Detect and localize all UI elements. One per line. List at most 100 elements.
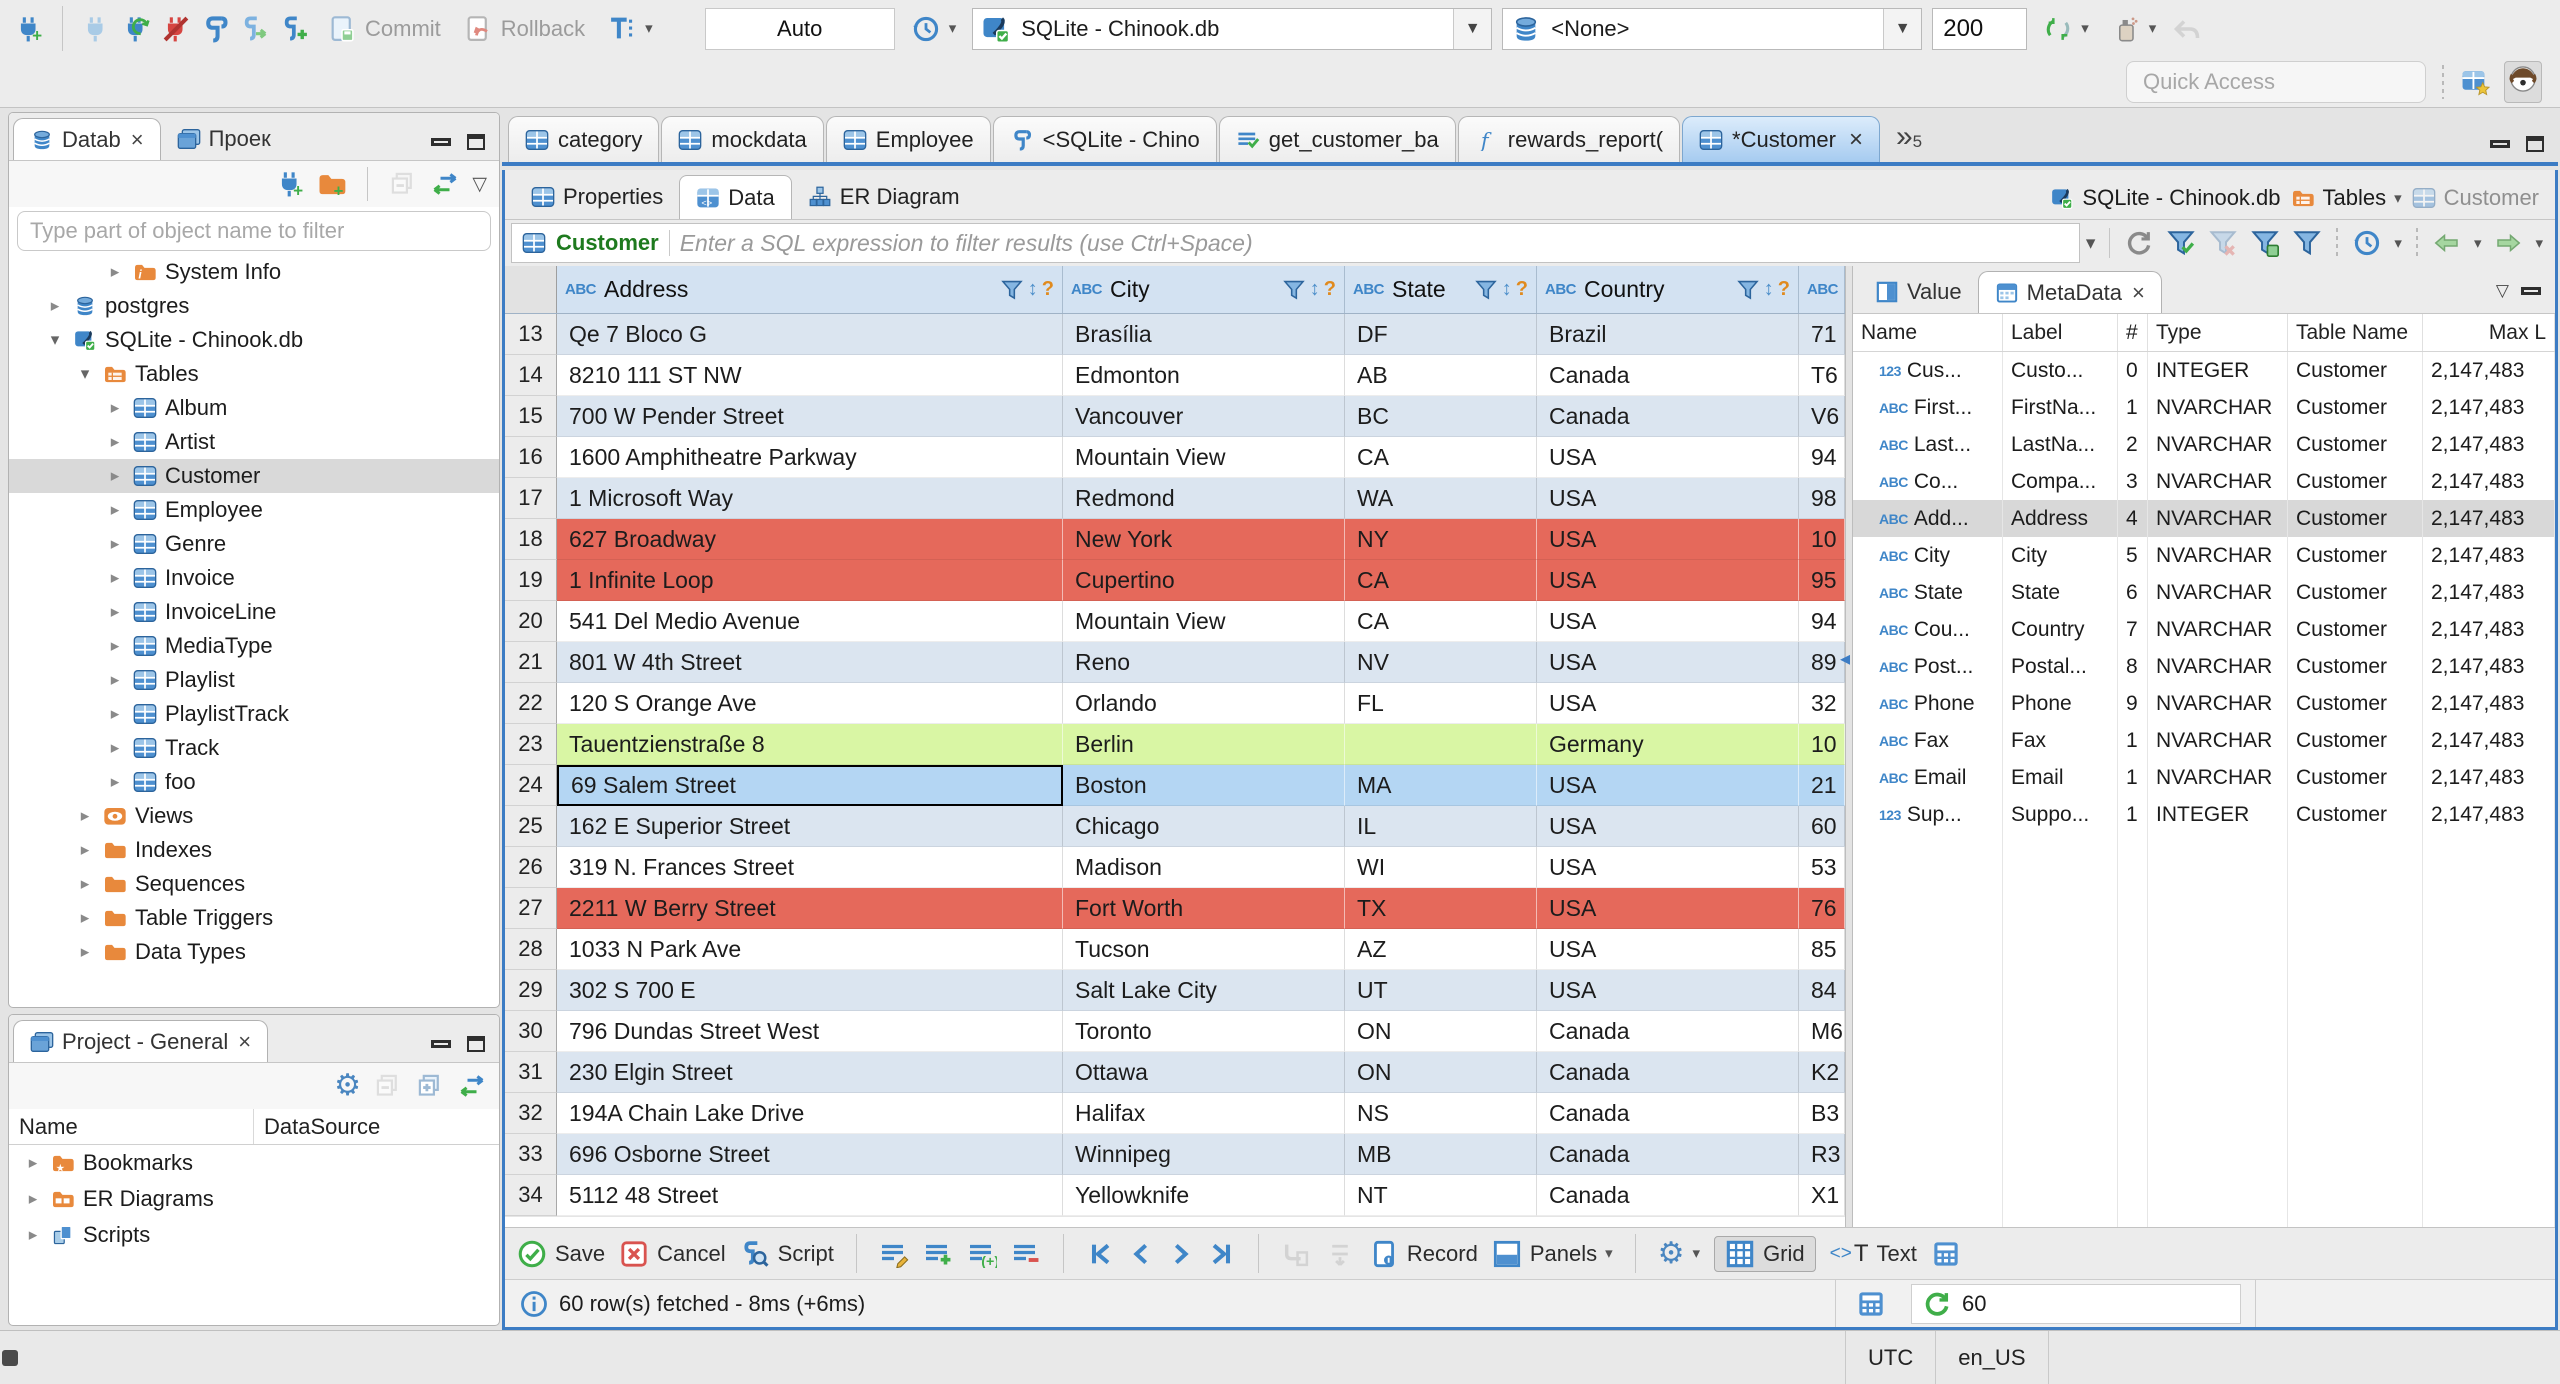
reconnect-icon[interactable] [121,15,151,43]
maximize-icon[interactable] [467,134,485,150]
open-sql-script-icon[interactable] [241,15,271,43]
cell[interactable]: 76 [1799,888,1845,929]
cell[interactable]: 302 S 700 E [557,970,1063,1011]
close-icon[interactable]: × [1849,126,1863,154]
expand-arrow-icon[interactable]: ▸ [75,840,95,860]
meta-column-header-[interactable]: # [2118,314,2148,351]
meta-name-cell[interactable]: ABC Co... [1853,463,2003,500]
meta-row-compa[interactable]: ABC Co... Compa... 3 NVARCHAR Customer 2,147,4… [1853,463,2555,500]
cell[interactable]: Salt Lake City [1063,970,1345,1011]
table-row[interactable]: 22 120 S Orange Ave Orlando FL USA 32 [505,683,1845,724]
tree-item-playlisttrack[interactable]: ▸ PlaylistTrack [9,697,499,731]
meta-table-cell[interactable]: Customer [2288,759,2423,796]
meta-type-cell[interactable]: NVARCHAR [2148,389,2288,426]
cell[interactable]: MB [1345,1134,1537,1175]
cell[interactable]: Yellowknife [1063,1175,1345,1216]
meta-name-cell[interactable]: 123 Cus... [1853,352,2003,389]
minimize-icon[interactable] [2521,287,2541,295]
expand-arrow-icon[interactable]: ▸ [105,262,125,282]
cell[interactable]: FL [1345,683,1537,724]
cell[interactable]: 53 [1799,847,1845,888]
meta-ordinal-cell[interactable]: 1 [2118,722,2148,759]
next-row-icon[interactable] [1166,1240,1196,1268]
row-number[interactable]: 23 [505,724,557,765]
meta-row-fax[interactable]: ABC Fax Fax 1 NVARCHAR Customer 2,147,483 [1853,722,2555,759]
expand-arrow-icon[interactable]: ▸ [105,432,125,452]
meta-row-phone[interactable]: ABC Phone Phone 9 NVARCHAR Customer 2,147,483 [1853,685,2555,722]
editor-tab-sqlite-chino[interactable]: <SQLite - Chino [992,116,1217,162]
cell[interactable]: WA [1345,478,1537,519]
sort-icon[interactable]: ↕ [1310,278,1320,301]
meta-row-country[interactable]: ABC Cou... Country 7 NVARCHAR Customer 2,147,4… [1853,611,2555,648]
close-icon[interactable]: × [2132,280,2145,306]
meta-ordinal-cell[interactable]: 6 [2118,574,2148,611]
maximize-icon[interactable] [467,1036,485,1052]
meta-type-cell[interactable]: NVARCHAR [2148,648,2288,685]
expand-arrow-icon[interactable]: ▸ [105,636,125,656]
meta-name-cell[interactable]: 123 Sup... [1853,796,2003,833]
meta-maxlength-cell[interactable]: 2,147,483 [2423,537,2555,574]
cell[interactable]: 94 [1799,437,1845,478]
commit-mode-button[interactable]: Auto [704,7,895,50]
new-connection-icon[interactable]: + [275,170,305,198]
meta-label-cell[interactable]: City [2003,537,2118,574]
cell[interactable]: 1600 Amphitheatre Parkway [557,437,1063,478]
collapse-arrow-icon[interactable]: ▾ [75,364,95,384]
meta-label-cell[interactable]: Custo... [2003,352,2118,389]
cell[interactable]: Germany [1537,724,1799,765]
breadcrumb-tables[interactable]: Tables ▾ [2291,185,2402,211]
meta-type-cell[interactable]: INTEGER [2148,796,2288,833]
filter-funnel-icon[interactable] [1474,279,1498,301]
minimize-icon[interactable] [2490,140,2510,148]
back-green-icon[interactable] [2432,229,2462,257]
cell[interactable]: 60 [1799,806,1845,847]
meta-maxlength-cell[interactable]: 2,147,483 [2423,352,2555,389]
meta-label-cell[interactable]: Email [2003,759,2118,796]
cell[interactable]: 85 [1799,929,1845,970]
meta-table-cell[interactable]: Customer [2288,648,2423,685]
tree-item-invoiceline[interactable]: ▸ InvoiceLine [9,595,499,629]
tree-item-artist[interactable]: ▸ Artist [9,425,499,459]
table-row[interactable]: 27 2211 W Berry Street Fort Worth TX USA 76 [505,888,1845,929]
text-view-button[interactable]: <> T Text [1830,1240,1917,1268]
cell[interactable]: 71 [1799,314,1845,355]
table-row[interactable]: 29 302 S 700 E Salt Lake City UT USA 84 [505,970,1845,1011]
cell[interactable]: Reno [1063,642,1345,683]
meta-label-cell[interactable]: FirstNa... [2003,389,2118,426]
meta-table-cell[interactable]: Customer [2288,537,2423,574]
project-item-bookmarks[interactable]: ▸ ★ Bookmarks [9,1145,499,1181]
cell[interactable]: Tauentzienstraße 8 [557,724,1063,765]
sql-filter-input[interactable] [679,229,2069,257]
expand-arrow-icon[interactable]: ▸ [45,296,65,316]
cell[interactable]: Boston [1063,765,1345,806]
meta-label-cell[interactable]: Suppo... [2003,796,2118,833]
table-row[interactable]: 34 5112 48 Street Yellowknife NT Canada X1 [505,1175,1845,1216]
breadcrumb-database[interactable]: SQLite - Chinook.db [2050,185,2281,211]
cell[interactable]: Cupertino [1063,560,1345,601]
meta-table-cell[interactable]: Customer [2288,685,2423,722]
tree-item-indexes[interactable]: ▸ Indexes [9,833,499,867]
cell[interactable]: 1 Infinite Loop [557,560,1063,601]
filter-funnel-icon[interactable] [1282,279,1306,301]
sort-icon[interactable]: ↕ [1764,278,1774,301]
cell[interactable]: 627 Broadway [557,519,1063,560]
meta-type-cell[interactable]: NVARCHAR [2148,537,2288,574]
commit-button[interactable]: Commit [321,11,447,47]
delete-row-icon[interactable] [1011,1240,1041,1268]
refresh-icon[interactable] [2124,229,2154,257]
row-number[interactable]: 31 [505,1052,557,1093]
timezone-indicator[interactable]: UTC [1846,1345,1935,1371]
meta-label-cell[interactable]: Postal... [2003,648,2118,685]
meta-name-cell[interactable]: ABC Post... [1853,648,2003,685]
cell[interactable]: USA [1537,642,1799,683]
meta-label-cell[interactable]: Address [2003,500,2118,537]
schema-select-combo[interactable]: <None> ▼ [1502,7,1923,50]
cell[interactable]: AB [1345,355,1537,396]
meta-name-cell[interactable]: ABC Add... [1853,500,2003,537]
meta-table-cell[interactable]: Customer [2288,500,2423,537]
cell[interactable]: Brazil [1537,314,1799,355]
dbeaver-perspective-button[interactable] [2504,61,2542,103]
cell[interactable]: Tucson [1063,929,1345,970]
rollback-button[interactable]: Rollback [457,11,591,47]
meta-maxlength-cell[interactable]: 2,147,483 [2423,389,2555,426]
